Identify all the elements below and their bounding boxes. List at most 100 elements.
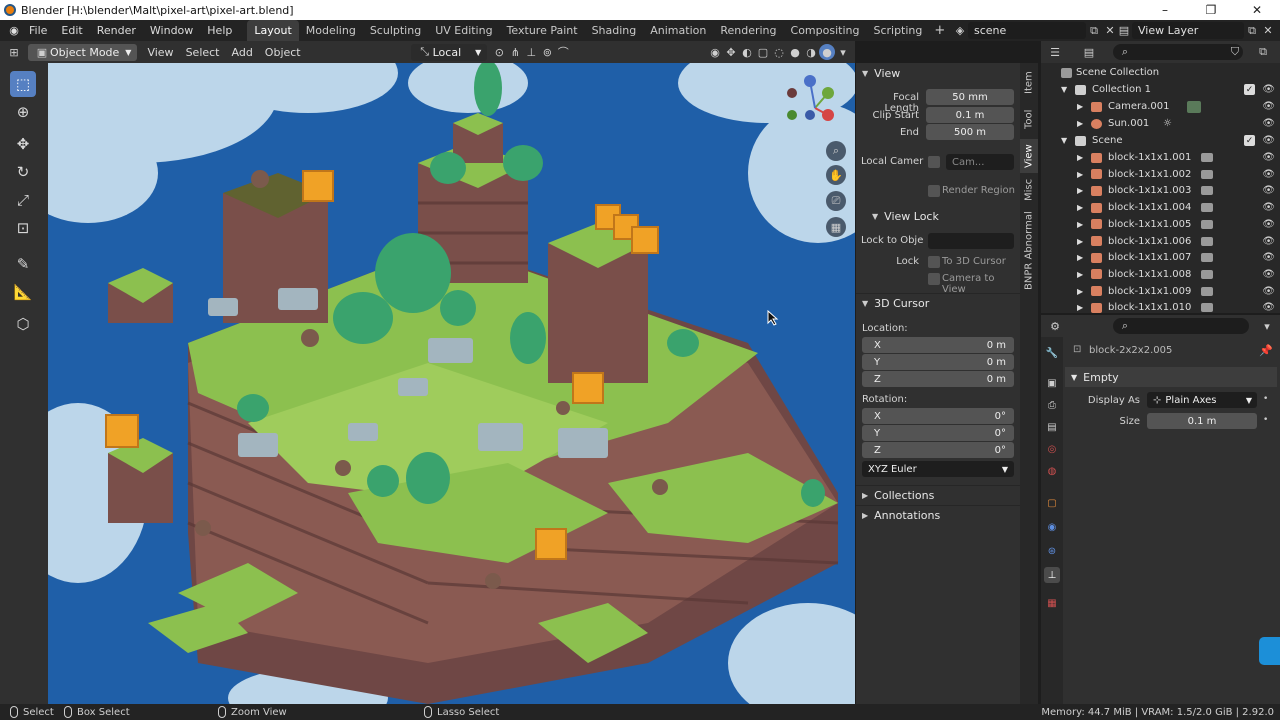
tab-rendering[interactable]: Rendering (713, 20, 783, 41)
tab-texture-paint[interactable]: Texture Paint (500, 20, 585, 41)
pan-hand-icon[interactable]: ✋ (826, 165, 846, 185)
gizmo-icon[interactable]: ✥ (723, 44, 739, 60)
menu-add[interactable]: Add (226, 46, 259, 59)
render-region-checkbox[interactable] (928, 185, 940, 197)
properties-editor-icon[interactable]: ⚙ (1047, 318, 1063, 334)
tab-misc[interactable]: Misc (1020, 175, 1038, 205)
camera-to-view-checkbox[interactable] (928, 273, 940, 285)
object-tab-icon[interactable]: ▢ (1044, 495, 1060, 511)
tab-compositing[interactable]: Compositing (784, 20, 867, 41)
outliner-row-block[interactable]: ▶ block-1x1x1.006 👁 (1041, 233, 1280, 250)
outliner-editor-icon[interactable]: ☰ (1047, 44, 1063, 60)
shading-solid-icon[interactable]: ● (787, 44, 803, 60)
eye-icon[interactable]: 👁 (1262, 269, 1275, 280)
rotate-tool-icon[interactable]: ↻ (10, 159, 36, 185)
clip-start-field[interactable]: 0.1 m (926, 107, 1014, 123)
lock-to-object-field[interactable] (928, 233, 1014, 249)
cursor-location-y[interactable]: Y 0 m (862, 354, 1014, 370)
eye-icon[interactable]: 👁 (1262, 169, 1275, 180)
rotation-mode-dropdown[interactable]: XYZ Euler ▼ (862, 461, 1014, 477)
measure-tool-icon[interactable]: 📐 (10, 279, 36, 305)
outliner-row-camera[interactable]: ▶ Camera.001 👁 (1041, 98, 1280, 115)
editor-type-icon[interactable]: ⊞ (6, 44, 22, 60)
physics-tab-icon[interactable]: ◉ (1044, 519, 1060, 535)
outliner-row-block[interactable]: ▶ block-1x1x1.009 👁 (1041, 283, 1280, 300)
eye-icon[interactable]: 👁 (1262, 252, 1275, 263)
outliner-row-block[interactable]: ▶ block-1x1x1.001 👁 (1041, 149, 1280, 166)
blender-menu-icon[interactable]: ◉ (6, 23, 22, 39)
pivot-point-icon[interactable]: ⊙ (491, 44, 507, 60)
cursor-location-z[interactable]: Z 0 m (862, 371, 1014, 387)
data-tab-icon[interactable]: ⊥ (1044, 567, 1060, 583)
exclude-checkbox[interactable]: ✓ (1244, 84, 1255, 95)
menu-help[interactable]: Help (200, 24, 239, 37)
eye-icon[interactable]: 👁 (1262, 185, 1275, 196)
eye-icon[interactable]: 👁 (1262, 101, 1275, 112)
tab-uv-editing[interactable]: UV Editing (428, 20, 499, 41)
animate-property-dot[interactable]: • (1263, 394, 1268, 404)
tab-view[interactable]: View (1020, 139, 1038, 173)
output-tab-icon[interactable]: ⎙ (1044, 397, 1060, 413)
mode-dropdown[interactable]: ▣ Object Mode ▼ (28, 43, 138, 61)
outliner-row-scene[interactable]: ▼ Scene ✓ 👁 (1041, 132, 1280, 149)
outliner-row-block[interactable]: ▶ block-1x1x1.003 👁 (1041, 182, 1280, 199)
view-layer-field[interactable]: View Layer (1132, 22, 1244, 39)
size-field[interactable]: 0.1 m (1147, 413, 1257, 429)
select-box-tool-icon[interactable]: ⬚ (10, 71, 36, 97)
menu-file[interactable]: File (22, 24, 54, 37)
properties-search-input[interactable]: ⌕ (1113, 318, 1249, 334)
add-cube-tool-icon[interactable]: ⬡ (10, 311, 36, 337)
camera-view-icon[interactable]: ⎚ (826, 191, 846, 211)
zoom-icon[interactable]: ⌕ (826, 141, 846, 161)
menu-select[interactable]: Select (180, 46, 226, 59)
shading-options-icon[interactable]: ▾ (835, 44, 851, 60)
falloff-icon[interactable]: ⌒ (555, 44, 571, 60)
outliner-row-block[interactable]: ▶ block-1x1x1.002 👁 (1041, 166, 1280, 183)
outliner-row-block[interactable]: ▶ block-1x1x1.008 👁 (1041, 266, 1280, 283)
menu-view[interactable]: View (141, 46, 179, 59)
menu-object[interactable]: Object (259, 46, 307, 59)
local-camera-field[interactable]: Cam... (946, 154, 1014, 170)
exclude-checkbox[interactable]: ✓ (1244, 135, 1255, 146)
cursor-rotation-x[interactable]: X 0° (862, 408, 1014, 424)
transform-orientation-dropdown[interactable]: ⤡ Local ▼ (410, 43, 488, 61)
menu-edit[interactable]: Edit (54, 24, 89, 37)
move-tool-icon[interactable]: ✥ (10, 131, 36, 157)
scene-icon[interactable]: ◈ (952, 23, 968, 39)
display-as-dropdown[interactable]: ⊹ Plain Axes ▼ (1147, 392, 1257, 408)
cursor-tool-icon[interactable]: ⊕ (10, 99, 36, 125)
scene-tab-icon[interactable]: ◎ (1044, 441, 1060, 457)
chevron-down-icon[interactable]: ▾ (1259, 318, 1275, 334)
tab-item[interactable]: Item (1020, 67, 1038, 99)
eye-icon[interactable]: 👁 (1262, 236, 1275, 247)
visibility-icon[interactable]: ◉ (707, 44, 723, 60)
to-3d-cursor-checkbox[interactable] (928, 256, 940, 268)
delete-view-layer-icon[interactable]: ✕ (1260, 23, 1276, 39)
outliner-row-block[interactable]: ▶ block-1x1x1.007 👁 (1041, 249, 1280, 266)
outliner-row-sun[interactable]: ▶ Sun.001 ☼ 👁 (1041, 115, 1280, 132)
eye-icon[interactable]: 👁 (1262, 302, 1275, 313)
new-collection-icon[interactable]: ⧉ (1255, 44, 1271, 60)
tool-tab-icon[interactable]: 🔧 (1044, 345, 1060, 361)
shading-wireframe-icon[interactable]: ◌ (771, 44, 787, 60)
scale-tool-icon[interactable]: ⤢ (10, 187, 36, 213)
annotate-tool-icon[interactable]: ✎ (10, 251, 36, 277)
tab-sculpting[interactable]: Sculpting (363, 20, 428, 41)
cursor-rotation-y[interactable]: Y 0° (862, 425, 1014, 441)
cursor-rotation-z[interactable]: Z 0° (862, 442, 1014, 458)
outliner-row-block[interactable]: ▶ block-1x1x1.005 👁 (1041, 216, 1280, 233)
collections-panel-header[interactable]: ▶ Collections (856, 485, 1021, 505)
annotations-panel-header[interactable]: ▶ Annotations (856, 505, 1021, 525)
transform-tool-icon[interactable]: ⊡ (10, 215, 36, 241)
eye-icon[interactable]: 👁 (1262, 84, 1275, 95)
tab-bnpr-abnormal[interactable]: BNPR Abnormal (1020, 209, 1038, 293)
tab-animation[interactable]: Animation (643, 20, 713, 41)
tab-modeling[interactable]: Modeling (299, 20, 363, 41)
remote-support-icon[interactable] (1259, 637, 1280, 665)
eye-icon[interactable]: 👁 (1262, 135, 1275, 146)
3d-viewport[interactable]: ⌕ ✋ ⎚ ▦ (48, 63, 855, 704)
view-lock-header[interactable]: ▼ View Lock (856, 206, 1021, 226)
tab-tool[interactable]: Tool (1020, 103, 1038, 135)
3d-cursor-panel-header[interactable]: ▼ 3D Cursor (856, 293, 1021, 313)
render-tab-icon[interactable]: ▣ (1044, 375, 1060, 391)
